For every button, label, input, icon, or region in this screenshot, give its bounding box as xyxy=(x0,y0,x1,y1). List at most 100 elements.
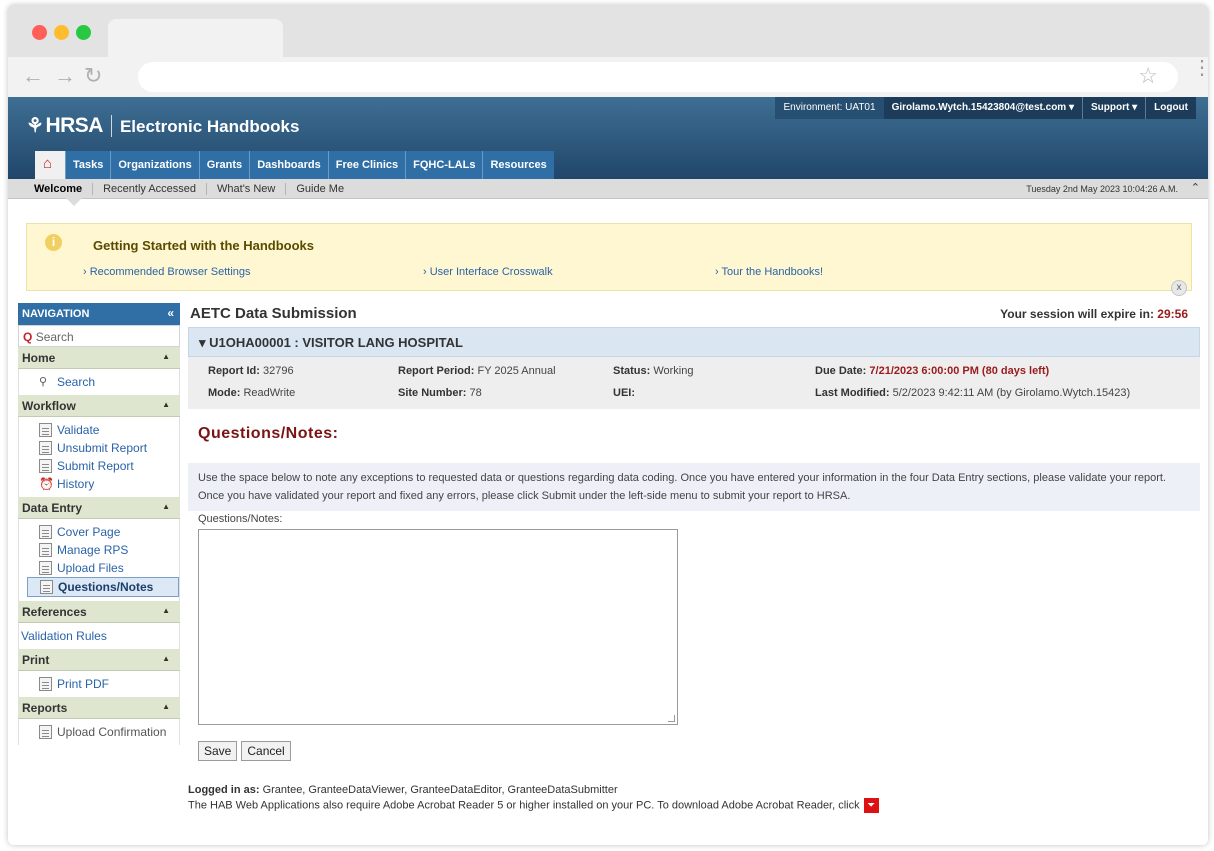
report-id-label: Report Id: xyxy=(208,365,260,377)
sidebar-item-manage-rps[interactable]: Manage RPS xyxy=(19,541,179,559)
sidebar-search-input[interactable]: Q Search xyxy=(18,325,180,347)
section-print[interactable]: Print ▲ xyxy=(18,649,180,671)
sidebar-item-questions-notes[interactable]: Questions/Notes xyxy=(27,577,179,597)
navigation-sidebar: NAVIGATION « Q Search Home ▲ ⚲ Search Work… xyxy=(18,303,180,745)
report-id-value: 32796 xyxy=(263,365,294,377)
browser-tab[interactable] xyxy=(108,19,283,57)
nav-organizations[interactable]: Organizations xyxy=(110,151,198,179)
hhs-eagle-icon: ⚘ xyxy=(26,115,44,137)
link-ui-crosswalk[interactable]: › User Interface Crosswalk xyxy=(423,266,553,278)
nav-dashboards[interactable]: Dashboards xyxy=(249,151,328,179)
link-tour-handbooks[interactable]: › Tour the Handbooks! xyxy=(715,266,823,278)
search-placeholder: Search xyxy=(35,330,74,344)
session-timer: Your session will expire in: 29:56 xyxy=(1000,307,1188,321)
search-icon: Q xyxy=(23,330,33,344)
hrsa-logo[interactable]: ⚘HRSA Electronic Handbooks xyxy=(26,113,299,138)
section-reports[interactable]: Reports ▲ xyxy=(18,697,180,719)
last-modified: Last Modified: 5/2/2023 9:42:11 AM (by G… xyxy=(815,387,1130,399)
nav-free-clinics[interactable]: Free Clinics xyxy=(327,151,405,179)
section-title: References xyxy=(22,605,87,619)
document-icon xyxy=(39,525,52,539)
section-references[interactable]: References ▲ xyxy=(18,601,180,623)
sidebar-item-validation-rules[interactable]: Validation Rules xyxy=(19,627,179,645)
save-button[interactable]: Save xyxy=(198,741,238,761)
section-reports-items: Upload Confirmation xyxy=(18,719,180,745)
sidebar-item-submit[interactable]: Submit Report xyxy=(19,457,179,475)
section-data-entry[interactable]: Data Entry ▲ xyxy=(18,497,180,519)
app-title: Electronic Handbooks xyxy=(119,117,300,136)
subnav-whats-new[interactable]: What's New xyxy=(206,183,285,195)
questions-notes-textarea[interactable] xyxy=(198,529,678,725)
section-references-items: Validation Rules xyxy=(18,623,180,649)
nav-resources[interactable]: Resources xyxy=(482,151,553,179)
session-time: 29:56 xyxy=(1157,307,1188,321)
logo-divider xyxy=(110,115,112,138)
sidebar-item-label: Cover Page xyxy=(57,525,121,539)
site-label: Site Number: xyxy=(398,387,467,399)
search-binoculars-icon: ⚲ xyxy=(39,376,48,388)
acrobat-text: The HAB Web Applications also require Ad… xyxy=(188,799,860,812)
sidebar-item-label: History xyxy=(57,477,95,491)
collapse-arrow-icon[interactable]: ▲ xyxy=(162,654,170,663)
bookmark-star-icon[interactable]: ☆ xyxy=(1138,65,1158,87)
address-bar[interactable] xyxy=(138,62,1178,92)
sidebar-item-cover-page[interactable]: Cover Page xyxy=(19,523,179,541)
cancel-button[interactable]: Cancel xyxy=(241,741,291,761)
collapse-arrow-icon[interactable]: ▲ xyxy=(162,606,170,615)
browser-toolbar: ← → ↻ ☆ ⋮ xyxy=(8,57,1208,97)
collapse-arrow-icon[interactable]: ▲ xyxy=(162,352,170,361)
minimize-window-button[interactable] xyxy=(54,25,69,40)
collapse-arrow-icon[interactable]: ▲ xyxy=(162,502,170,511)
reload-icon[interactable]: ↻ xyxy=(84,65,102,87)
banner-close-button[interactable]: x xyxy=(1171,280,1187,296)
sidebar-item-validate[interactable]: Validate xyxy=(19,421,179,439)
collapse-arrow-icon[interactable]: ▲ xyxy=(162,400,170,409)
sidebar-item-upload-confirmation[interactable]: Upload Confirmation xyxy=(19,723,179,741)
subnav-guide-me[interactable]: Guide Me xyxy=(285,183,354,195)
collapse-arrow-icon[interactable]: ▲ xyxy=(162,702,170,711)
sidebar-item-label: Upload Files xyxy=(57,561,124,575)
period-label: Report Period: xyxy=(398,365,475,377)
forward-arrow-icon[interactable]: → xyxy=(54,65,76,87)
user-menu[interactable]: Girolamo.Wytch.15423804@test.com ▾ xyxy=(884,97,1082,119)
welcome-pointer xyxy=(66,198,82,206)
sidebar-item-search[interactable]: ⚲ Search xyxy=(19,373,179,391)
sidebar-item-history[interactable]: ⏰ History xyxy=(19,475,179,493)
modified-label: Last Modified: xyxy=(815,387,890,399)
collapse-sidebar-icon[interactable]: « xyxy=(167,306,174,320)
support-menu[interactable]: Support ▾ xyxy=(1082,97,1145,119)
due-value: 7/21/2023 6:00:00 PM (80 days left) xyxy=(869,365,1050,377)
sub-nav: Welcome Recently Accessed What's New Gui… xyxy=(8,179,1208,206)
status: Status: Working xyxy=(613,365,694,377)
section-title: Home xyxy=(22,351,56,365)
section-home[interactable]: Home ▲ xyxy=(18,347,180,369)
sidebar-item-unsubmit[interactable]: Unsubmit Report xyxy=(19,439,179,457)
subnav-welcome[interactable]: Welcome xyxy=(24,183,92,195)
validate-icon xyxy=(39,423,52,437)
mode-value: ReadWrite xyxy=(243,387,296,399)
browser-menu-icon[interactable]: ⋮ xyxy=(1192,58,1208,78)
sidebar-item-print-pdf[interactable]: Print PDF xyxy=(19,675,179,693)
report-period: Report Period: FY 2025 Annual xyxy=(398,365,556,377)
logout-link[interactable]: Logout xyxy=(1145,97,1196,119)
subnav-recently-accessed[interactable]: Recently Accessed xyxy=(92,183,206,195)
sidebar-item-upload-files[interactable]: Upload Files xyxy=(19,559,179,577)
link-browser-settings[interactable]: › Recommended Browser Settings xyxy=(83,266,251,278)
home-icon[interactable]: ⌂ xyxy=(35,151,65,179)
adobe-pdf-icon[interactable]: ⏷ xyxy=(863,798,879,813)
section-workflow[interactable]: Workflow ▲ xyxy=(18,395,180,417)
main-nav: ⌂ Tasks Organizations Grants Dashboards … xyxy=(35,151,554,179)
alarm-clock-icon: ⏰ xyxy=(39,477,54,491)
nav-tasks[interactable]: Tasks xyxy=(65,151,110,179)
submit-icon xyxy=(39,459,52,473)
back-arrow-icon[interactable]: ← xyxy=(22,65,44,87)
collapse-chevron-icon[interactable]: ⌃ xyxy=(1191,181,1200,194)
nav-grants[interactable]: Grants xyxy=(198,151,249,179)
nav-fqhc-lals[interactable]: FQHC-LALs xyxy=(405,151,482,179)
grant-header[interactable]: ▾ U1OHA00001 : VISITOR LANG HOSPITAL xyxy=(188,327,1200,357)
banner-title: Getting Started with the Handbooks xyxy=(93,238,315,253)
document-icon xyxy=(40,580,53,594)
section-title: Workflow xyxy=(22,399,76,413)
maximize-window-button[interactable] xyxy=(76,25,91,40)
close-window-button[interactable] xyxy=(32,25,47,40)
